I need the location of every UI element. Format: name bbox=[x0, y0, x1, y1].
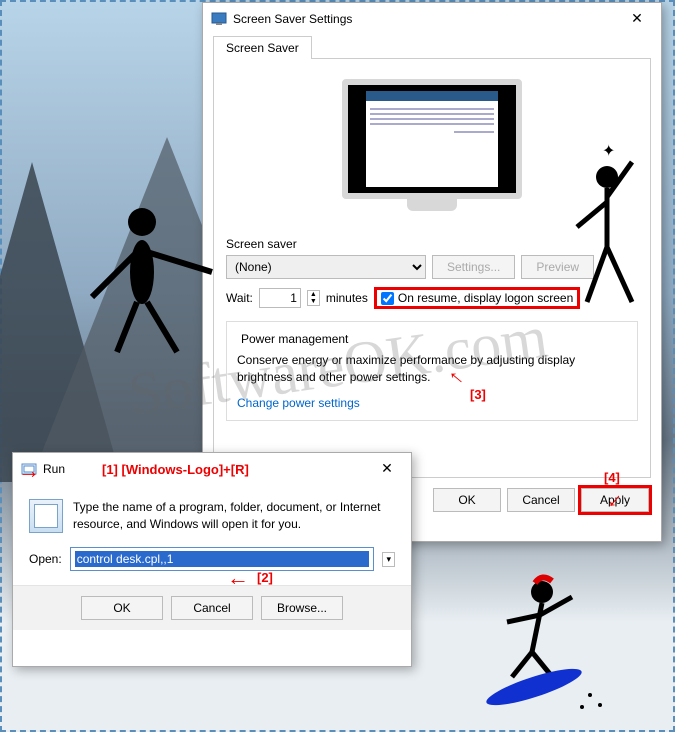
wait-input[interactable] bbox=[259, 288, 301, 308]
power-legend: Power management bbox=[237, 332, 352, 346]
stick-figure-snowboard bbox=[472, 567, 632, 717]
ok-button[interactable]: OK bbox=[433, 488, 501, 512]
wait-spin-up[interactable]: ▲ bbox=[308, 291, 319, 298]
wait-label: Wait: bbox=[226, 291, 253, 305]
run-ok-button[interactable]: OK bbox=[81, 596, 163, 620]
power-management-group: Power management Conserve energy or maxi… bbox=[226, 321, 638, 421]
run-button-row: OK Cancel Browse... bbox=[13, 585, 411, 630]
titlebar: Screen Saver Settings ✕ bbox=[203, 3, 661, 35]
preview-button[interactable]: Preview bbox=[521, 255, 594, 279]
open-label: Open: bbox=[29, 552, 62, 566]
screensaver-group-label: Screen saver bbox=[226, 237, 638, 251]
apply-button[interactable]: Apply bbox=[581, 488, 649, 512]
resume-highlight: On resume, display logon screen bbox=[374, 287, 580, 309]
close-button[interactable]: ✕ bbox=[621, 9, 653, 29]
wait-spin-down[interactable]: ▼ bbox=[308, 298, 319, 305]
settings-button[interactable]: Settings... bbox=[432, 255, 515, 279]
run-titlebar: Run ✕ bbox=[13, 453, 411, 485]
tab-screen-saver[interactable]: Screen Saver bbox=[213, 36, 312, 59]
tab-panel: Screen saver (None) Settings... Preview … bbox=[213, 58, 651, 478]
run-large-icon bbox=[29, 499, 63, 533]
change-power-settings-link[interactable]: Change power settings bbox=[237, 396, 360, 410]
run-browse-button[interactable]: Browse... bbox=[261, 596, 343, 620]
run-description: Type the name of a program, folder, docu… bbox=[73, 499, 395, 533]
monitor-preview bbox=[337, 79, 527, 219]
run-cancel-button[interactable]: Cancel bbox=[171, 596, 253, 620]
screensaver-icon bbox=[211, 11, 227, 27]
minutes-label: minutes bbox=[326, 291, 368, 305]
screensaver-select[interactable]: (None) bbox=[226, 255, 426, 279]
run-icon-small bbox=[21, 461, 37, 477]
run-dialog: Run ✕ Type the name of a program, folder… bbox=[12, 452, 412, 667]
run-title: Run bbox=[43, 462, 371, 476]
power-text: Conserve energy or maximize performance … bbox=[237, 352, 627, 386]
open-combobox[interactable] bbox=[70, 547, 375, 571]
dialog-title: Screen Saver Settings bbox=[233, 12, 621, 26]
resume-checkbox[interactable] bbox=[381, 292, 394, 305]
open-dropdown-icon[interactable]: ▾ bbox=[382, 552, 395, 567]
open-input-field[interactable] bbox=[75, 551, 370, 567]
resume-label: On resume, display logon screen bbox=[398, 291, 573, 305]
run-close-button[interactable]: ✕ bbox=[371, 459, 403, 479]
cancel-button[interactable]: Cancel bbox=[507, 488, 575, 512]
